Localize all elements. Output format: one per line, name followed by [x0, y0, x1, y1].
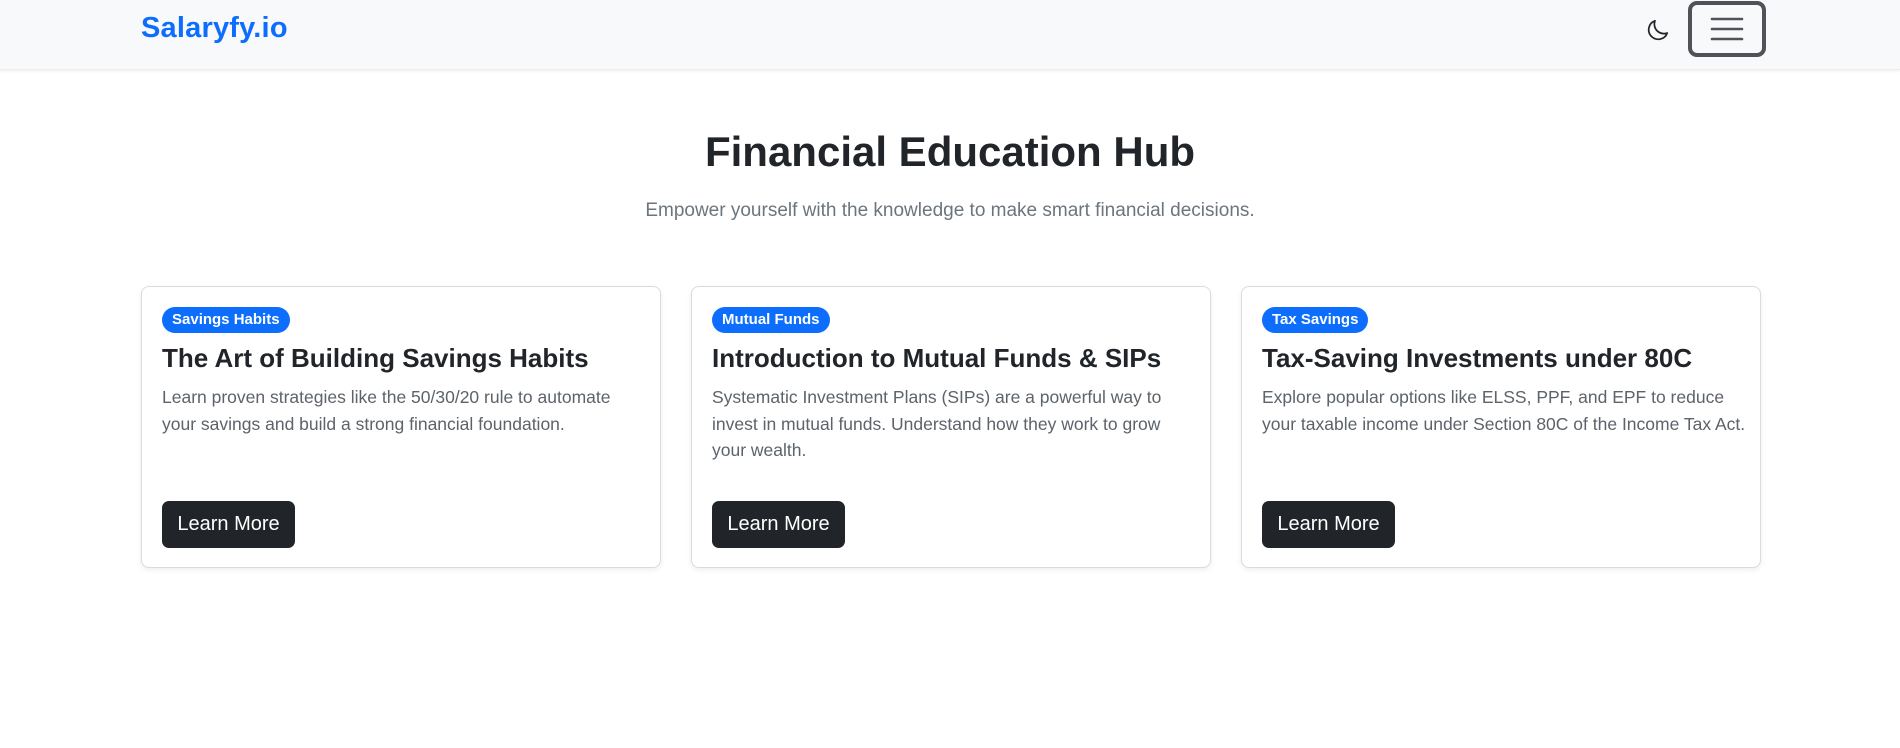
navbar: Salaryfy.io [0, 0, 1900, 70]
article-card-mutual-funds: Mutual Funds Introduction to Mutual Fund… [691, 286, 1211, 568]
navbar-menu-toggle-button[interactable] [1688, 1, 1766, 57]
category-badge: Savings Habits [162, 307, 290, 333]
card-description: Systematic Investment Plans (SIPs) are a… [712, 387, 1162, 460]
category-badge: Mutual Funds [712, 307, 830, 333]
hamburger-icon [1710, 17, 1744, 41]
category-badge: Tax Savings [1262, 307, 1369, 333]
card-description: Learn proven strategies like the 50/30/2… [162, 387, 611, 434]
learn-more-button[interactable]: Learn More [712, 501, 845, 548]
card-title: Introduction to Mutual Funds & SIPs [712, 343, 1162, 373]
article-card-savings-habits: Savings Habits The Art of Building Savin… [141, 286, 661, 568]
brand-logo-link[interactable]: Salaryfy.io [141, 12, 288, 45]
card-title: The Art of Building Savings Habits [162, 343, 589, 373]
page-subtitle: Empower yourself with the knowledge to m… [645, 200, 1255, 221]
theme-toggle-button[interactable] [1640, 12, 1676, 48]
learn-more-button[interactable]: Learn More [162, 501, 295, 548]
learn-more-button[interactable]: Learn More [1262, 501, 1395, 548]
card-description: Explore popular options like ELSS, PPF, … [1262, 387, 1746, 434]
card-title: Tax-Saving Investments under 80C [1262, 343, 1693, 373]
page-title: Financial Education Hub [704, 128, 1196, 175]
moon-icon [1647, 19, 1669, 41]
article-card-tax-savings: Tax Savings Tax-Saving Investments under… [1241, 286, 1761, 568]
